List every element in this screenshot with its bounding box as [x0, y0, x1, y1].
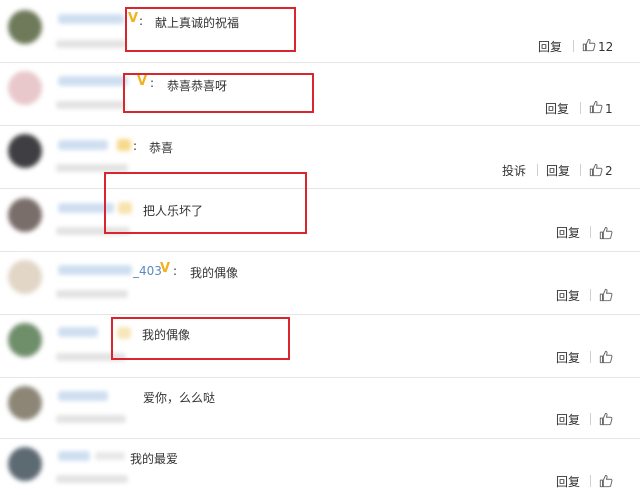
badge-blurred [117, 139, 131, 151]
reply-button[interactable]: 回复 [556, 287, 580, 304]
username-blurred[interactable] [58, 14, 124, 24]
avatar[interactable] [8, 71, 42, 105]
comment-time-blurred [56, 290, 128, 298]
thumbs-up-icon[interactable] [599, 350, 613, 364]
action-separator [590, 475, 591, 487]
thumbs-up-icon[interactable] [589, 163, 603, 177]
highlight-box [104, 172, 307, 234]
highlight-box [125, 7, 296, 52]
username-blurred[interactable] [58, 140, 108, 150]
comment-item: V : 献上真诚的祝福 回复 12 [0, 0, 640, 63]
comment-colon: : [173, 264, 178, 278]
avatar[interactable] [8, 10, 42, 44]
comment-text: 恭喜 [149, 141, 174, 155]
avatar[interactable] [8, 134, 42, 168]
thumbs-up-icon[interactable] [599, 288, 613, 302]
comment-text: 我的偶像 [190, 266, 239, 280]
thumbs-up-icon[interactable] [599, 412, 613, 426]
username-blurred[interactable] [58, 76, 128, 86]
thumbs-up-icon[interactable] [599, 474, 613, 488]
reply-button[interactable]: 回复 [556, 473, 580, 490]
comment-item: 我的偶像 回复 [0, 315, 640, 378]
comment-list: V : 献上真诚的祝福 回复 12 V : 恭喜恭喜呀 回复 1 : 恭喜 投诉… [0, 0, 640, 495]
avatar[interactable] [8, 386, 42, 420]
comment-item: : 恭喜 投诉 回复 2 [0, 126, 640, 189]
action-separator [537, 164, 538, 176]
avatar[interactable] [8, 323, 42, 357]
report-button[interactable]: 投诉 [502, 162, 526, 179]
comment-time-blurred [56, 475, 128, 483]
avatar[interactable] [8, 447, 42, 481]
highlight-box [111, 317, 290, 360]
comment-item: 把人乐坏了 回复 [0, 189, 640, 252]
vip-badge-icon: V [160, 261, 171, 276]
comment-text: 我的最爱 [130, 452, 179, 466]
action-separator [573, 40, 574, 52]
like-count: 1 [605, 102, 613, 116]
username-blurred[interactable] [58, 391, 108, 401]
comment-item: _403 V : 我的偶像 回复 [0, 252, 640, 315]
comment-time-blurred [56, 40, 126, 48]
comment-time-blurred [95, 452, 125, 460]
thumbs-up-icon[interactable] [582, 38, 596, 52]
comment-time-blurred [56, 164, 128, 172]
reply-button[interactable]: 回复 [556, 224, 580, 241]
username-blurred[interactable] [58, 327, 98, 337]
comment-time-blurred [56, 415, 126, 423]
comment-item: 我的最爱 回复 [0, 439, 640, 495]
comment-item: V : 恭喜恭喜呀 回复 1 [0, 63, 640, 126]
highlight-box [123, 73, 314, 113]
reply-button[interactable]: 回复 [538, 38, 562, 55]
reply-button[interactable]: 回复 [546, 162, 570, 179]
action-separator [590, 289, 591, 301]
comment-time-blurred [56, 101, 126, 109]
reply-button[interactable]: 回复 [545, 100, 569, 117]
action-separator [580, 164, 581, 176]
thumbs-up-icon[interactable] [589, 100, 603, 114]
comment-item: 爱你，么么哒 回复 [0, 378, 640, 439]
avatar[interactable] [8, 260, 42, 294]
username-blurred[interactable] [58, 451, 90, 461]
comment-colon: : [133, 139, 138, 153]
reply-button[interactable]: 回复 [556, 349, 580, 366]
avatar[interactable] [8, 198, 42, 232]
action-separator [590, 351, 591, 363]
action-separator [590, 413, 591, 425]
username-blurred[interactable] [58, 265, 132, 275]
reply-button[interactable]: 回复 [556, 411, 580, 428]
username-link[interactable]: _403 [133, 264, 162, 278]
action-separator [580, 102, 581, 114]
like-count: 12 [598, 40, 614, 54]
action-separator [590, 226, 591, 238]
thumbs-up-icon[interactable] [599, 226, 613, 240]
like-count: 2 [605, 164, 613, 178]
comment-text: 爱你，么么哒 [143, 391, 216, 405]
